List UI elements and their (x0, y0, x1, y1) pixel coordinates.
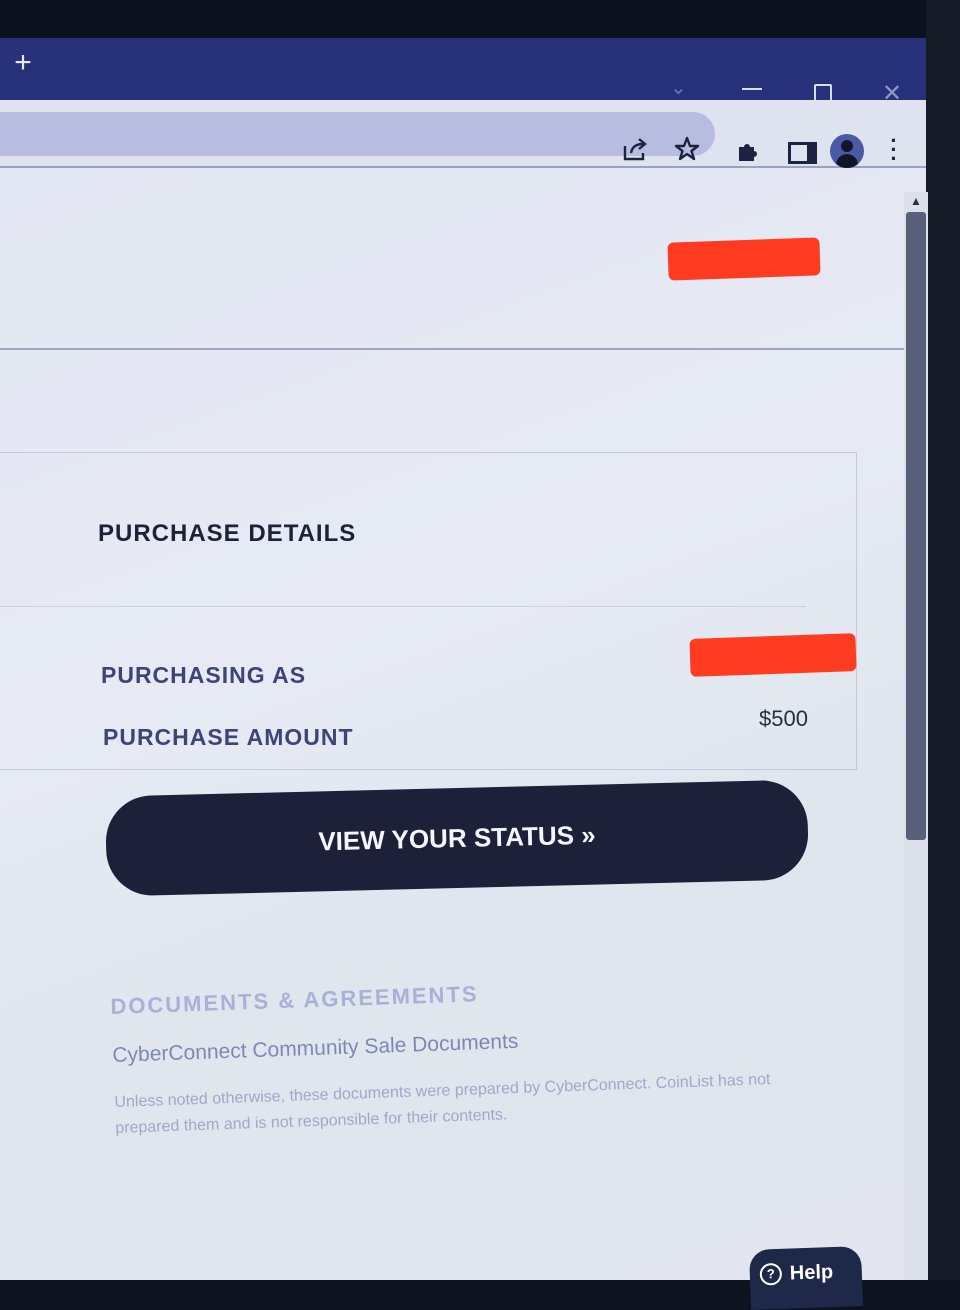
redacted-username-header (667, 237, 821, 281)
purchasing-as-label: PURCHASING AS (101, 662, 307, 688)
tab-search-icon[interactable]: ⌄ (670, 78, 687, 98)
view-status-button[interactable]: VIEW YOUR STATUS » (104, 779, 810, 897)
purchase-amount-label: PURCHASE AMOUNT (103, 724, 354, 750)
avatar-body (836, 154, 858, 168)
scroll-up-arrow-icon[interactable]: ▲ (907, 192, 925, 210)
menu-icon[interactable]: · · · (888, 130, 900, 170)
address-bar[interactable] (0, 112, 715, 156)
star-icon[interactable] (674, 136, 700, 162)
card-divider (0, 606, 806, 607)
avatar-head (841, 140, 853, 152)
help-label: Help (789, 1261, 834, 1285)
extensions-icon[interactable] (736, 138, 762, 164)
purchase-details-title: PURCHASE DETAILS (98, 520, 357, 547)
screen-bezel (0, 0, 960, 40)
redacted-purchaser-name (689, 633, 857, 677)
help-button[interactable]: ? Help (748, 1246, 864, 1310)
browser-tab-strip (0, 38, 926, 100)
help-icon: ? (759, 1262, 783, 1286)
purchase-card (0, 452, 857, 770)
view-status-label: VIEW YOUR STATUS » (317, 819, 597, 856)
screen-bezel-right (926, 0, 960, 1280)
side-panel-icon[interactable] (788, 142, 817, 164)
scrollbar-thumb[interactable] (906, 212, 926, 840)
new-tab-button[interactable]: + (8, 48, 38, 78)
purchase-amount-value: $500 (759, 706, 808, 731)
minimize-icon[interactable] (742, 88, 762, 90)
profile-avatar[interactable] (830, 134, 864, 168)
share-icon[interactable] (622, 136, 650, 162)
